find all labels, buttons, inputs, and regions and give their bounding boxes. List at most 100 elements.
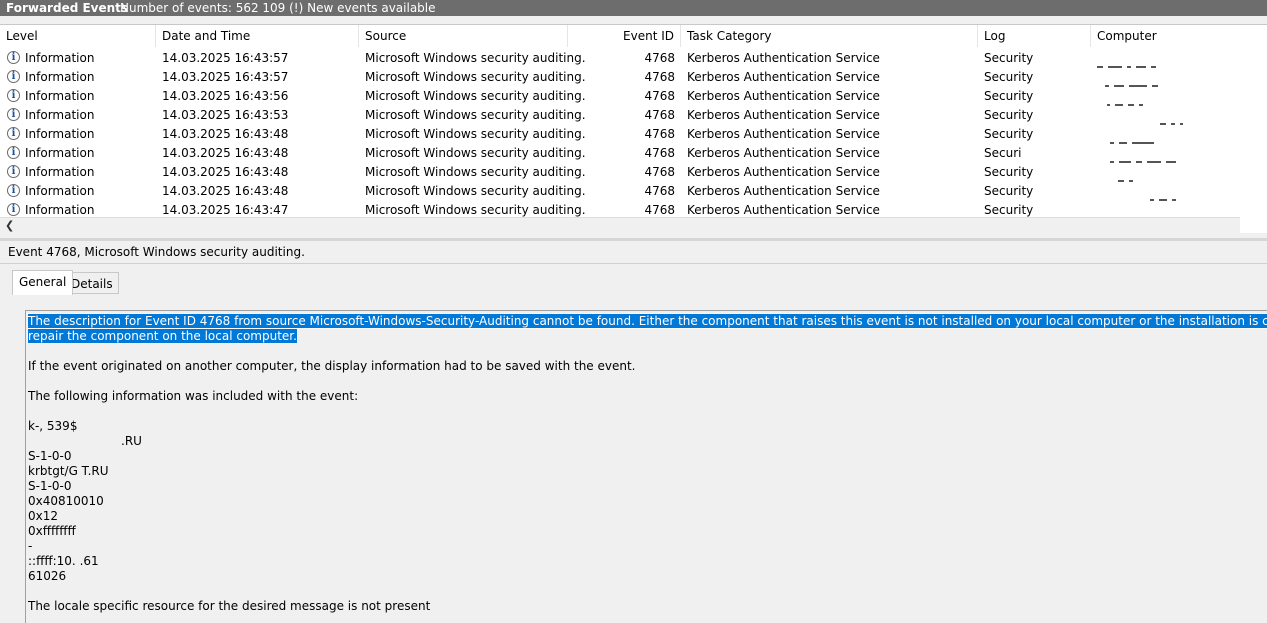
event-id-cell: 4768 bbox=[644, 127, 675, 141]
divider bbox=[0, 263, 1267, 264]
source-cell: Microsoft Windows security auditing. bbox=[365, 70, 586, 84]
information-icon: i bbox=[7, 203, 20, 216]
redacted-computer-name bbox=[1150, 190, 1181, 201]
level-cell: Information bbox=[25, 51, 95, 65]
arrow-left-icon[interactable]: ❮ bbox=[5, 218, 14, 233]
event-row[interactable]: i Information 14.03.2025 16:43:48 Micros… bbox=[0, 125, 1267, 144]
task-category-cell: Kerberos Authentication Service bbox=[687, 127, 880, 141]
redacted-computer-name bbox=[1097, 57, 1161, 68]
source-cell: Microsoft Windows security auditing. bbox=[365, 165, 586, 179]
information-icon: i bbox=[7, 51, 20, 64]
event-id-cell: 4768 bbox=[644, 108, 675, 122]
event-row[interactable]: i Information 14.03.2025 16:43:48 Micros… bbox=[0, 144, 1267, 163]
event-value: ::ffff:10. .61 bbox=[28, 554, 99, 568]
locale-note: The locale specific resource for the des… bbox=[28, 599, 431, 613]
source-cell: Microsoft Windows security auditing. bbox=[365, 127, 586, 141]
event-row[interactable]: i Information 14.03.2025 16:43:48 Micros… bbox=[0, 182, 1267, 201]
task-category-cell: Kerberos Authentication Service bbox=[687, 146, 880, 160]
pane-title: Forwarded Events bbox=[6, 1, 129, 15]
level-cell: Information bbox=[25, 184, 95, 198]
event-value: - bbox=[28, 539, 33, 553]
event-value: 0x40810010 bbox=[28, 494, 104, 508]
column-header-task-category[interactable]: Task Category bbox=[681, 25, 978, 47]
event-details-title: Event 4768, Microsoft Windows security a… bbox=[8, 245, 305, 259]
source-cell: Microsoft Windows security auditing. bbox=[365, 184, 586, 198]
level-cell: Information bbox=[25, 70, 95, 84]
level-cell: Information bbox=[25, 89, 95, 103]
date-cell: 14.03.2025 16:43:48 bbox=[162, 184, 289, 198]
date-cell: 14.03.2025 16:43:53 bbox=[162, 108, 289, 122]
event-id-cell: 4768 bbox=[644, 70, 675, 84]
event-value: krbtgt/G T.RU bbox=[28, 464, 109, 478]
event-value: 0xffffffff bbox=[28, 524, 76, 538]
log-cell: Securi bbox=[984, 146, 1022, 160]
information-icon: i bbox=[7, 127, 20, 140]
log-cell: Security bbox=[984, 127, 1034, 141]
date-cell: 14.03.2025 16:43:48 bbox=[162, 146, 289, 160]
information-icon: i bbox=[7, 89, 20, 102]
log-cell: Security bbox=[984, 89, 1034, 103]
event-row[interactable]: i Information 14.03.2025 16:43:56 Micros… bbox=[0, 87, 1267, 106]
redacted-computer-name bbox=[1110, 133, 1159, 144]
log-cell: Security bbox=[984, 51, 1034, 65]
redacted-computer-name bbox=[1110, 152, 1181, 163]
event-row[interactable]: i Information 14.03.2025 16:43:53 Micros… bbox=[0, 106, 1267, 125]
column-header-row: Level Date and Time Source Event ID Task… bbox=[0, 25, 1267, 47]
information-icon: i bbox=[7, 184, 20, 197]
date-cell: 14.03.2025 16:43:48 bbox=[162, 165, 289, 179]
source-cell: Microsoft Windows security auditing. bbox=[365, 108, 586, 122]
task-category-cell: Kerberos Authentication Service bbox=[687, 70, 880, 84]
event-id-cell: 4768 bbox=[644, 51, 675, 65]
event-value: S-1-0-0 bbox=[28, 479, 72, 493]
information-icon: i bbox=[7, 108, 20, 121]
source-cell: Microsoft Windows security auditing. bbox=[365, 51, 586, 65]
redacted-computer-name bbox=[1107, 95, 1148, 106]
date-cell: 14.03.2025 16:43:57 bbox=[162, 51, 289, 65]
level-cell: Information bbox=[25, 165, 95, 179]
column-header-level[interactable]: Level bbox=[0, 25, 156, 47]
following-info-label: The following information was included w… bbox=[28, 389, 359, 403]
column-header-computer[interactable]: Computer bbox=[1091, 25, 1267, 47]
horizontal-scrollbar[interactable]: ❮ bbox=[0, 217, 1240, 233]
date-cell: 14.03.2025 16:43:56 bbox=[162, 89, 289, 103]
event-value: .RU bbox=[121, 434, 142, 448]
event-row[interactable]: i Information 14.03.2025 16:43:57 Micros… bbox=[0, 49, 1267, 68]
event-count-info[interactable]: Number of events: 562 109 (!) New events… bbox=[120, 0, 436, 16]
log-cell: Security bbox=[984, 108, 1034, 122]
task-category-cell: Kerberos Authentication Service bbox=[687, 89, 880, 103]
tab-general[interactable]: General bbox=[12, 270, 74, 295]
task-category-cell: Kerberos Authentication Service bbox=[687, 51, 880, 65]
information-icon: i bbox=[7, 146, 20, 159]
level-cell: Information bbox=[25, 108, 95, 122]
task-category-cell: Kerberos Authentication Service bbox=[687, 184, 880, 198]
event-id-cell: 4768 bbox=[644, 184, 675, 198]
redacted-computer-name bbox=[1160, 114, 1188, 125]
event-description[interactable]: The description for Event ID 4768 from s… bbox=[25, 310, 1267, 623]
column-header-log[interactable]: Log bbox=[978, 25, 1091, 47]
event-value: 61026 bbox=[28, 569, 67, 583]
selected-text: The description for Event ID 4768 from s… bbox=[26, 313, 1267, 329]
event-row[interactable]: i Information 14.03.2025 16:43:48 Micros… bbox=[0, 163, 1267, 182]
events-list[interactable]: Level Date and Time Source Event ID Task… bbox=[0, 24, 1267, 233]
event-value: 0x12 bbox=[28, 509, 59, 523]
log-cell: Security bbox=[984, 184, 1034, 198]
event-row[interactable]: i Information 14.03.2025 16:43:57 Micros… bbox=[0, 68, 1267, 87]
event-id-cell: 4768 bbox=[644, 165, 675, 179]
event-value: k-, 539$ bbox=[28, 419, 78, 433]
information-icon: i bbox=[7, 165, 20, 178]
redacted-computer-name bbox=[1118, 171, 1138, 182]
column-header-source[interactable]: Source bbox=[359, 25, 568, 47]
event-id-cell: 4768 bbox=[644, 89, 675, 103]
level-cell: Information bbox=[25, 146, 95, 160]
source-cell: Microsoft Windows security auditing. bbox=[365, 89, 586, 103]
column-header-event-id[interactable]: Event ID bbox=[568, 25, 681, 47]
log-cell: Security bbox=[984, 165, 1034, 179]
description-line-1: The description for Event ID 4768 from s… bbox=[26, 313, 1267, 329]
log-cell: Security bbox=[984, 70, 1034, 84]
source-cell: Microsoft Windows security auditing. bbox=[365, 146, 586, 160]
redacted-computer-name bbox=[1105, 76, 1163, 87]
description-line-2: repair the component on the local comput… bbox=[27, 328, 298, 344]
pane-splitter[interactable] bbox=[0, 238, 1267, 241]
event-value: S-1-0-0 bbox=[28, 449, 72, 463]
column-header-date[interactable]: Date and Time bbox=[156, 25, 359, 47]
